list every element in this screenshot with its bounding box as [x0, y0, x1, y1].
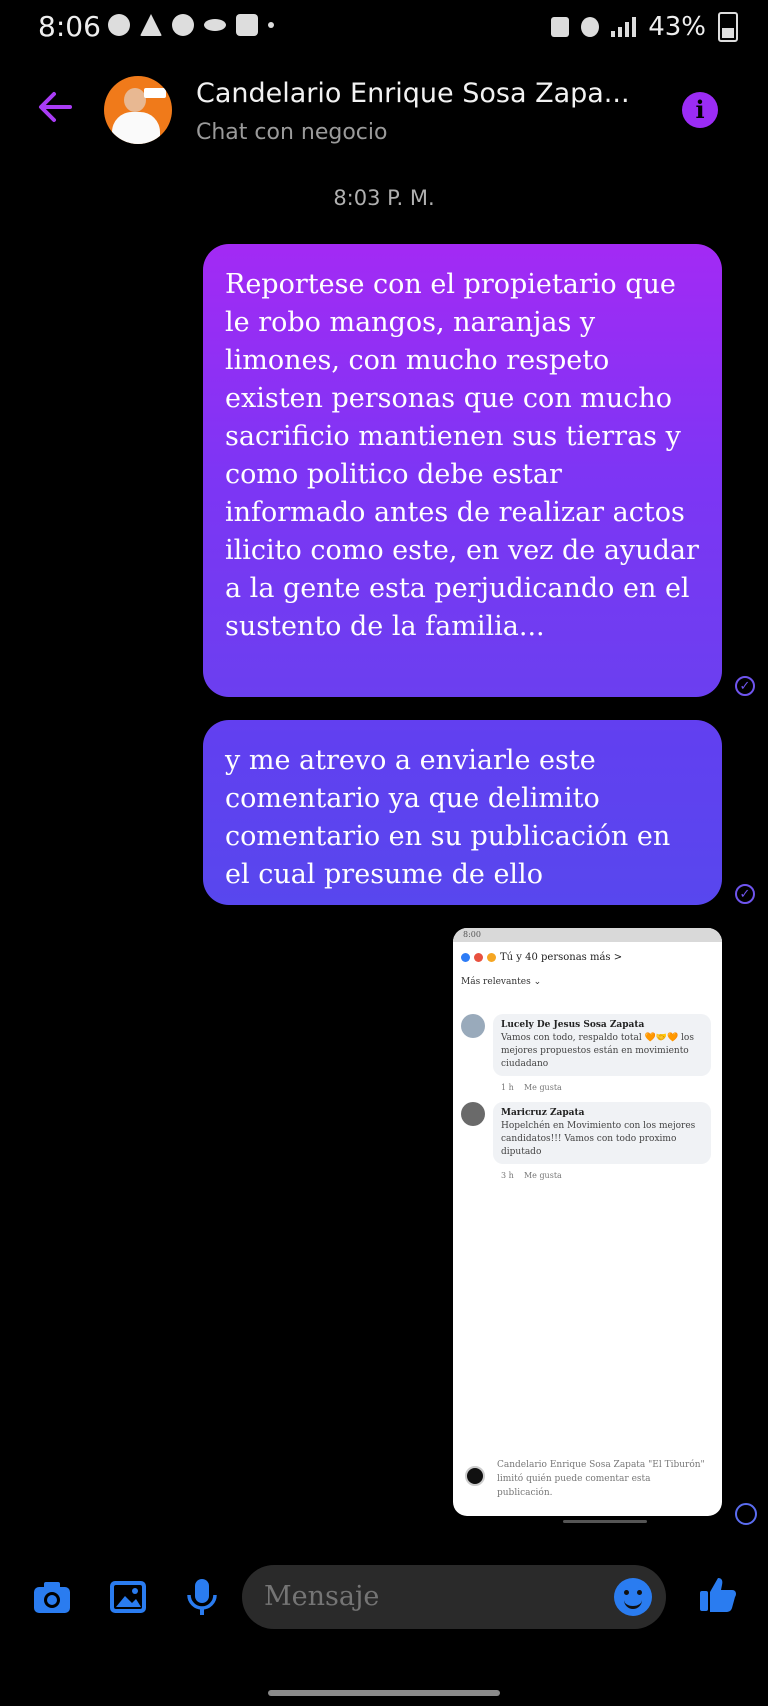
battery-percent: 43% — [648, 12, 706, 42]
comment-author: Lucely De Jesus Sosa Zapata — [501, 1020, 645, 1030]
camera-icon[interactable] — [30, 1575, 74, 1619]
comment-text: Vamos con todo, respaldo total 🧡🤝🧡 los m… — [501, 1033, 694, 1069]
emoji-icon[interactable] — [614, 1578, 652, 1616]
contact-name[interactable]: Candelario Enrique Sosa Zapa... — [196, 78, 630, 109]
alert-icon — [140, 14, 162, 36]
signal-icon — [611, 17, 637, 37]
facebook-icon — [172, 14, 194, 36]
gesture-bar[interactable] — [268, 1690, 500, 1696]
alarm-icon — [581, 17, 600, 37]
comment-meta: 3 h Me gusta — [501, 1171, 562, 1180]
attachment-status-bar: 8:00 — [453, 928, 722, 942]
shopping-bag-icon — [236, 14, 258, 36]
sent-check-icon: ✓ — [735, 676, 755, 696]
comment: Maricruz Zapata Hopelchén en Movimiento … — [493, 1102, 711, 1164]
like-icon[interactable] — [696, 1572, 740, 1616]
commenter-avatar — [461, 1102, 485, 1126]
messenger-icon — [108, 14, 130, 36]
status-time: 8:06 — [38, 10, 101, 43]
lock-icon — [551, 17, 570, 37]
notification-icons — [108, 14, 274, 36]
dot-icon — [268, 22, 274, 28]
comment-meta: 1 h Me gusta — [501, 1083, 562, 1092]
message-bubble[interactable]: y me atrevo a enviarle este comentario y… — [203, 720, 722, 905]
comment-author: Maricruz Zapata — [501, 1108, 585, 1118]
gallery-icon[interactable] — [106, 1575, 150, 1619]
image-attachment[interactable]: 8:00 Tú y 40 personas más > Más relevant… — [453, 928, 722, 1516]
battery-icon — [718, 12, 738, 42]
sort-label: Más relevantes ⌄ — [461, 977, 542, 987]
avatar[interactable] — [104, 76, 172, 144]
commenter-avatar — [461, 1014, 485, 1038]
comment-text: Hopelchén en Movimiento con los mejores … — [501, 1121, 696, 1157]
sent-check-icon: ✓ — [735, 884, 755, 904]
system-status: 43% — [551, 12, 738, 42]
reactions-row: Tú y 40 personas más > — [461, 952, 722, 963]
attachment-home-indicator — [563, 1520, 647, 1523]
sending-status-icon — [735, 1503, 757, 1525]
app-icon — [204, 19, 226, 31]
back-arrow-icon[interactable] — [30, 82, 80, 132]
comment: Lucely De Jesus Sosa Zapata Vamos con to… — [493, 1014, 711, 1076]
message-timestamp: 8:03 P. M. — [333, 186, 435, 210]
info-icon[interactable]: i — [682, 92, 718, 128]
message-input[interactable] — [242, 1565, 666, 1629]
microphone-icon[interactable] — [180, 1575, 224, 1619]
reactions-text: Tú y 40 personas más > — [500, 952, 623, 963]
message-bubble[interactable]: Reportese con el propietario que le robo… — [203, 244, 722, 697]
chat-type-label: Chat con negocio — [196, 120, 388, 145]
page-avatar — [465, 1466, 485, 1486]
comment-restriction-note: Candelario Enrique Sosa Zapata "El Tibur… — [497, 1460, 705, 1498]
